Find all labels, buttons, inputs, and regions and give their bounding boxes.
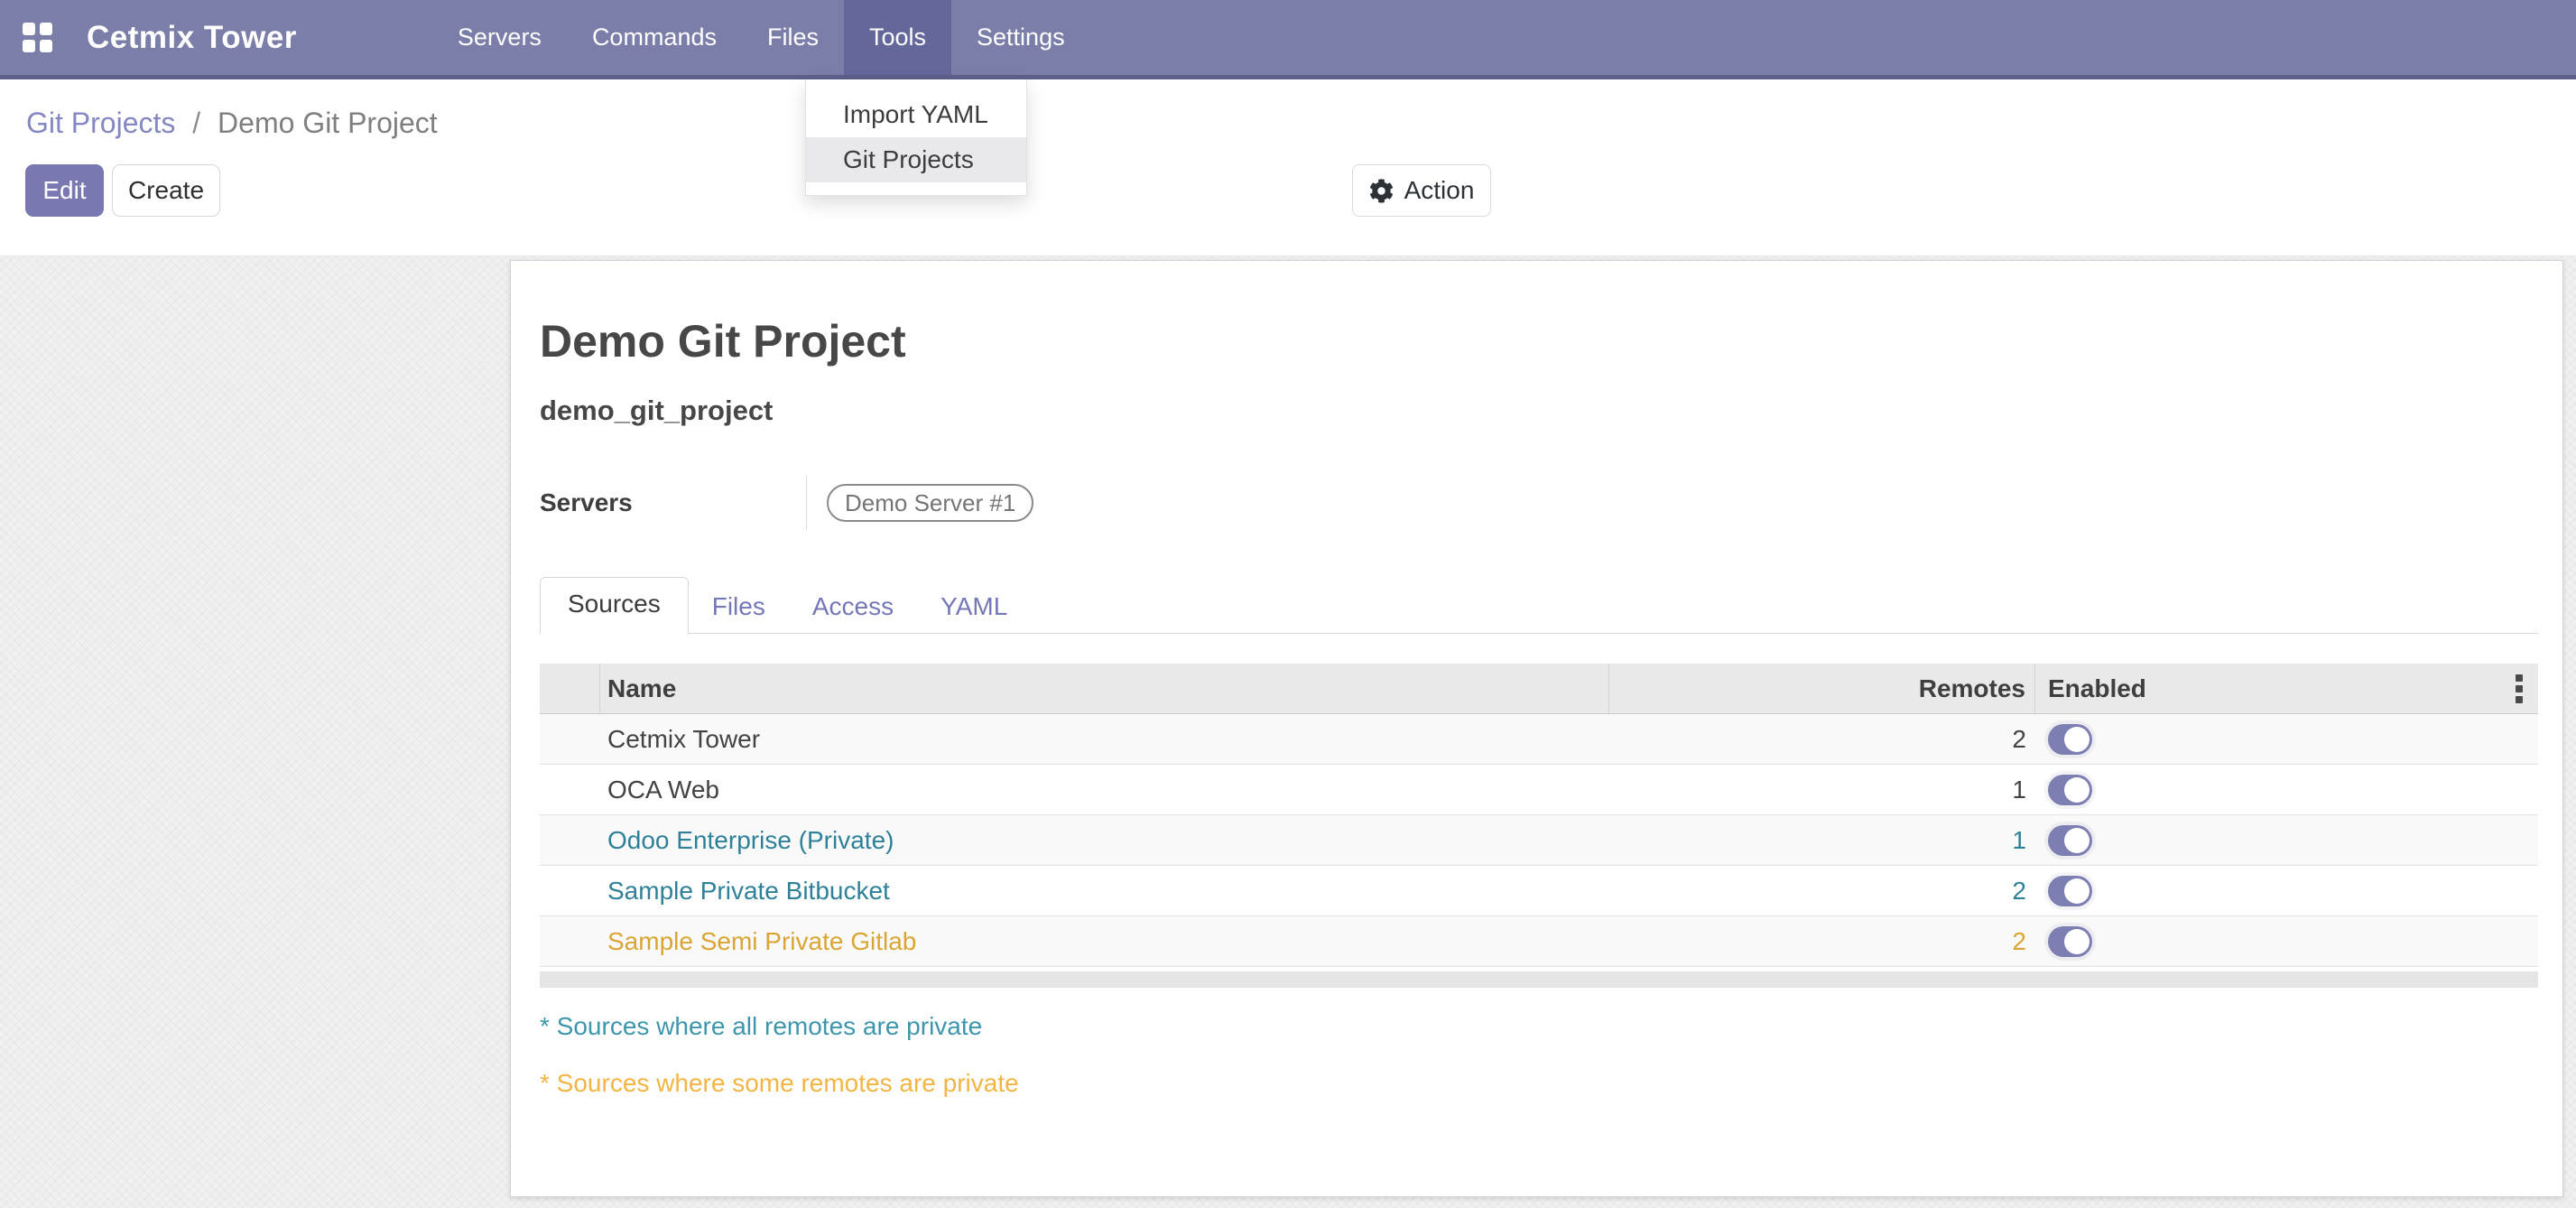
- create-button[interactable]: Create: [112, 164, 220, 217]
- table-footer-strip: [540, 971, 2538, 988]
- source-remotes-count: 1: [1609, 815, 2035, 865]
- tab-files[interactable]: Files: [689, 581, 789, 633]
- app-brand-title: Cetmix Tower: [87, 20, 297, 56]
- action-button[interactable]: Action: [1352, 164, 1491, 217]
- menu-item-servers[interactable]: Servers: [432, 0, 567, 75]
- menu-item-tools[interactable]: Tools: [844, 0, 951, 75]
- record-title: Demo Git Project: [540, 319, 2538, 364]
- breadcrumb: Git Projects / Demo Git Project: [26, 107, 438, 140]
- servers-field-label: Servers: [540, 488, 806, 517]
- enabled-toggle[interactable]: [2048, 926, 2092, 957]
- source-name[interactable]: Sample Semi Private Gitlab: [600, 916, 1609, 966]
- enabled-toggle[interactable]: [2048, 775, 2092, 805]
- table-row[interactable]: Sample Private Bitbucket 2: [540, 866, 2538, 916]
- sources-legend: * Sources where all remotes are private …: [540, 1012, 2538, 1098]
- edit-button[interactable]: Edit: [25, 164, 104, 217]
- header-cell-name[interactable]: Name: [600, 664, 1609, 713]
- notebook-tabs: Sources Files Access YAML: [540, 577, 2538, 634]
- breadcrumb-current: Demo Git Project: [218, 107, 438, 139]
- source-remotes-count: 2: [1609, 866, 2035, 915]
- action-button-label: Action: [1404, 176, 1475, 205]
- enabled-toggle[interactable]: [2048, 876, 2092, 906]
- menu-item-commands[interactable]: Commands: [567, 0, 742, 75]
- menu-item-files[interactable]: Files: [742, 0, 844, 75]
- server-tag[interactable]: Demo Server #1: [827, 484, 1033, 522]
- dropdown-item-import-yaml[interactable]: Import YAML: [806, 92, 1026, 137]
- source-name[interactable]: Odoo Enterprise (Private): [600, 815, 1609, 865]
- table-row[interactable]: Sample Semi Private Gitlab 2: [540, 916, 2538, 967]
- tab-sources[interactable]: Sources: [540, 577, 689, 634]
- servers-field-value: Demo Server #1: [806, 476, 1033, 530]
- sources-table: Name Remotes Enabled Cetmix Tower 2: [540, 664, 2538, 988]
- tools-dropdown-menu: Import YAML Git Projects: [805, 79, 1027, 196]
- tab-yaml[interactable]: YAML: [917, 581, 1031, 633]
- source-name[interactable]: Cetmix Tower: [600, 714, 1609, 764]
- menu-item-settings[interactable]: Settings: [951, 0, 1090, 75]
- content-area: Demo Git Project demo_git_project Server…: [0, 256, 2576, 1208]
- table-header-row: Name Remotes Enabled: [540, 664, 2538, 714]
- breadcrumb-separator: /: [192, 107, 200, 139]
- control-panel: Git Projects / Demo Git Project Edit Cre…: [0, 79, 2576, 256]
- source-name[interactable]: OCA Web: [600, 765, 1609, 814]
- source-remotes-count: 1: [1609, 765, 2035, 814]
- apps-grid-icon[interactable]: [23, 23, 52, 52]
- table-row[interactable]: Cetmix Tower 2: [540, 714, 2538, 765]
- source-remotes-count: 2: [1609, 916, 2035, 966]
- top-navbar: Cetmix Tower Servers Commands Files Tool…: [0, 0, 2576, 79]
- form-sheet: Demo Git Project demo_git_project Server…: [510, 260, 2563, 1197]
- table-row[interactable]: Odoo Enterprise (Private) 1: [540, 815, 2538, 866]
- header-cell-enabled[interactable]: Enabled: [2035, 674, 2499, 703]
- header-cell-remotes[interactable]: Remotes: [1609, 664, 2035, 713]
- form-buttons: Edit Create: [25, 164, 220, 217]
- header-cell-options: [2499, 664, 2538, 713]
- breadcrumb-parent-link[interactable]: Git Projects: [26, 107, 175, 139]
- source-name[interactable]: Sample Private Bitbucket: [600, 866, 1609, 915]
- tab-access[interactable]: Access: [789, 581, 917, 633]
- legend-some-private[interactable]: * Sources where some remotes are private: [540, 1069, 2538, 1098]
- header-cell-handle: [540, 664, 600, 713]
- app-window: Cetmix Tower Servers Commands Files Tool…: [0, 0, 2576, 1208]
- main-menu: Servers Commands Files Tools Settings: [432, 0, 1090, 75]
- servers-field-row: Servers Demo Server #1: [540, 476, 2538, 530]
- source-remotes-count: 2: [1609, 714, 2035, 764]
- enabled-toggle[interactable]: [2048, 724, 2092, 755]
- record-reference: demo_git_project: [540, 396, 2538, 425]
- legend-all-private[interactable]: * Sources where all remotes are private: [540, 1012, 2538, 1041]
- table-row[interactable]: OCA Web 1: [540, 765, 2538, 815]
- dropdown-item-git-projects[interactable]: Git Projects: [806, 137, 1026, 182]
- table-body: Cetmix Tower 2 OCA Web 1 Odoo: [540, 714, 2538, 967]
- gear-icon: [1369, 179, 1394, 203]
- enabled-toggle[interactable]: [2048, 825, 2092, 856]
- column-options-icon[interactable]: [2516, 674, 2523, 703]
